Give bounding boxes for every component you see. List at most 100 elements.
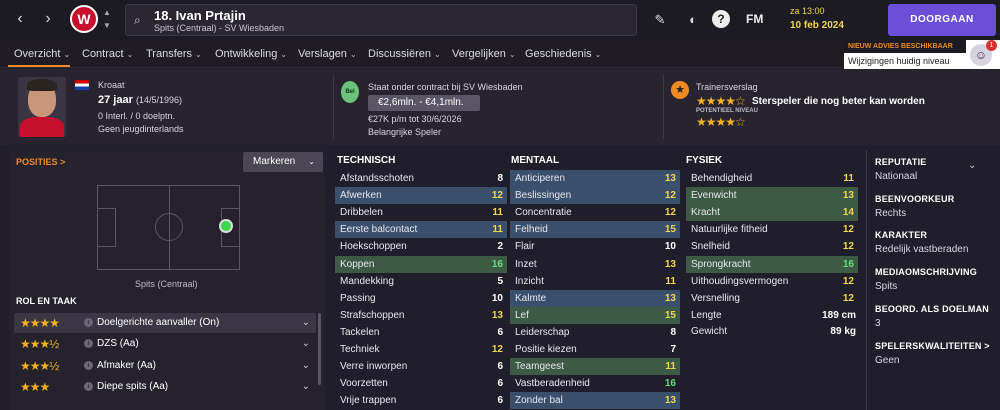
attribute-row[interactable]: Concentratie 12 — [510, 204, 680, 221]
attribute-row[interactable]: Evenwicht 13 — [686, 187, 858, 205]
continue-button[interactable]: DOORGAAN — [888, 4, 996, 36]
attribute-row[interactable]: Snelheid 12 — [686, 238, 858, 255]
attribute-row[interactable]: Voorzetten 6 — [335, 375, 507, 392]
attribute-row[interactable]: Afstandsschoten 8 — [335, 170, 507, 187]
attribute-row[interactable]: Tackelen 6 — [335, 324, 507, 341]
reputation-heading: REPUTATIE — [875, 157, 927, 167]
role-row[interactable]: ★★★½ i Afmaker (Aa) ⌄ — [14, 356, 316, 376]
attribute-name: Behendigheid — [691, 173, 753, 184]
attribute-row[interactable]: Flair 10 — [510, 238, 680, 255]
chevron-down-icon[interactable]: ⌄ — [302, 356, 310, 376]
reputation-chevron-icon[interactable]: ⌄ — [968, 160, 976, 171]
fm-logo-icon[interactable]: ◐ — [683, 10, 703, 30]
attribute-row[interactable]: Beslissingen 12 — [510, 187, 680, 205]
attribute-value: 11 — [665, 361, 676, 373]
attribute-row[interactable]: Techniek 12 — [335, 341, 507, 358]
attribute-value: 13 — [664, 258, 676, 270]
player-traits-heading[interactable]: SPELERSKWALITEITEN > — [875, 341, 990, 351]
role-row[interactable]: ★★★ i Diepe spits (Aa) ⌄ — [14, 377, 316, 397]
attribute-row[interactable]: Mandekking 5 — [335, 273, 507, 290]
attribute-row[interactable]: Strafschoppen 13 — [335, 307, 507, 324]
attribute-row[interactable]: Kalmte 13 — [510, 289, 680, 307]
attribute-value: 8 — [670, 326, 676, 338]
attribute-name: Concentratie — [515, 207, 572, 219]
attribute-row[interactable]: Afwerken 12 — [335, 187, 507, 205]
attribute-row[interactable]: Kracht 14 — [686, 204, 858, 222]
attribute-row[interactable]: Natuurlijke fitheid 12 — [686, 221, 858, 238]
attribute-value: 16 — [842, 258, 854, 270]
attribute-row[interactable]: Sprongkracht 16 — [686, 255, 858, 273]
chevron-down-icon[interactable]: ⌄ — [302, 334, 310, 354]
date-time: za 13:00 10 feb 2024 — [790, 6, 870, 31]
attribute-value: 15 — [664, 224, 676, 236]
preferred-foot-value: Rechts — [875, 208, 907, 219]
attribute-value: 12 — [842, 241, 854, 253]
attribute-row[interactable]: Leiderschap 8 — [510, 324, 680, 341]
attribute-value: 12 — [842, 275, 854, 287]
positions-heading[interactable]: POSITIES > — [16, 157, 65, 167]
notification-card[interactable]: NIEUW ADVIES BESCHIKBAAR Wijzigingen hui… — [844, 40, 1000, 70]
attribute-row[interactable]: Inzicht 11 — [510, 273, 680, 290]
notification-text: Wijzigingen huidig niveau — [848, 56, 950, 66]
edit-icon[interactable]: ✎ — [650, 10, 670, 30]
info-icon[interactable]: i — [84, 338, 93, 348]
attribute-row[interactable]: Inzet 13 — [510, 256, 680, 273]
tab-transfers[interactable]: Transfers ⌄ — [146, 48, 202, 60]
transfer-value-chip[interactable]: €2,6mln. - €4,1mln. — [368, 95, 480, 111]
attribute-row[interactable]: Vrije trappen 6 — [335, 392, 507, 409]
attribute-row[interactable]: Uithoudingsvermogen 12 — [686, 273, 858, 290]
tab-vergelijken[interactable]: Vergelijken ⌄ — [452, 48, 516, 60]
forward-button[interactable]: › — [36, 6, 60, 32]
attribute-row[interactable]: Versnelling 12 — [686, 290, 858, 307]
potential-label: POTENTIEEL NIVEAU — [696, 108, 758, 114]
attribute-row[interactable]: Koppen 16 — [335, 255, 507, 273]
contract-status-badge: Bel — [341, 81, 359, 103]
attribute-row[interactable]: Zonder bal 13 — [510, 392, 680, 410]
roles-heading: ROL EN TAAK — [16, 296, 77, 306]
weight-label: Gewicht — [691, 326, 728, 337]
attribute-value: 12 — [664, 207, 676, 219]
attribute-name: Anticiperen — [515, 173, 566, 184]
attribute-row[interactable]: Lef 15 — [510, 306, 680, 324]
tab-ontwikkeling[interactable]: Ontwikkeling ⌄ — [215, 48, 287, 60]
player-search-bar[interactable]: ⌕ 18. Ivan Prtajin Spits (Centraal) - SV… — [125, 4, 637, 36]
attribute-row[interactable]: Teamgeest 11 — [510, 358, 680, 376]
roles-scrollbar[interactable] — [318, 313, 321, 385]
tab-verslagen[interactable]: Verslagen ⌄ — [298, 48, 357, 60]
help-icon[interactable]: ? — [712, 10, 730, 28]
attribute-value: 10 — [664, 241, 676, 253]
attribute-name: Eerste balcontact — [340, 224, 418, 236]
player-switch-arrows-icon[interactable]: ▲ ▼ — [102, 6, 112, 32]
attribute-row[interactable]: Dribbelen 11 — [335, 204, 507, 221]
international-caps: 0 Interl. / 0 doelptn. — [98, 111, 176, 121]
attribute-row[interactable]: Anticiperen 13 — [510, 170, 680, 187]
attribute-row[interactable]: Eerste balcontact 11 — [335, 221, 507, 239]
media-description-value: Spits — [875, 281, 898, 292]
attribute-row[interactable]: Verre inworpen 6 — [335, 358, 507, 375]
attribute-row[interactable]: Positie kiezen 7 — [510, 341, 680, 358]
attribute-row[interactable]: Vastberadenheid 16 — [510, 375, 680, 392]
chevron-down-icon[interactable]: ⌄ — [302, 377, 310, 397]
info-icon[interactable]: i — [84, 360, 93, 370]
goalkeeper-rating-value: 3 — [875, 318, 881, 329]
tab-geschiedenis[interactable]: Geschiedenis ⌄ — [525, 48, 601, 60]
role-row[interactable]: ★★★★ i Doelgerichte aanvaller (On) ⌄ — [14, 313, 316, 333]
tab-discussieren[interactable]: Discussiëren ⌄ — [368, 48, 441, 60]
fm-menu-button[interactable]: FM — [746, 12, 763, 26]
info-icon[interactable]: i — [84, 317, 93, 327]
attribute-row[interactable]: Behendigheid 11 — [686, 170, 858, 187]
game-date: 10 feb 2024 — [790, 20, 844, 31]
attribute-row[interactable]: Hoekschoppen 2 — [335, 238, 507, 255]
markeren-dropdown[interactable]: Markeren ⌄ — [243, 152, 323, 172]
attribute-row[interactable]: Passing 10 — [335, 290, 507, 307]
role-row[interactable]: ★★★½ i DZS (Aa) ⌄ — [14, 334, 316, 354]
tab-contract[interactable]: Contract ⌄ — [82, 48, 133, 60]
back-button[interactable]: ‹ — [8, 6, 32, 32]
reputation-value: Nationaal — [875, 171, 918, 182]
club-crest-icon[interactable]: W — [70, 5, 98, 33]
info-icon[interactable]: i — [84, 381, 93, 391]
age-dob: 27 jaar (14/5/1996) — [98, 94, 182, 106]
attribute-row[interactable]: Felheid 15 — [510, 221, 680, 239]
chevron-down-icon[interactable]: ⌄ — [302, 313, 310, 333]
tab-overzicht[interactable]: Overzicht ⌄ — [14, 48, 70, 60]
